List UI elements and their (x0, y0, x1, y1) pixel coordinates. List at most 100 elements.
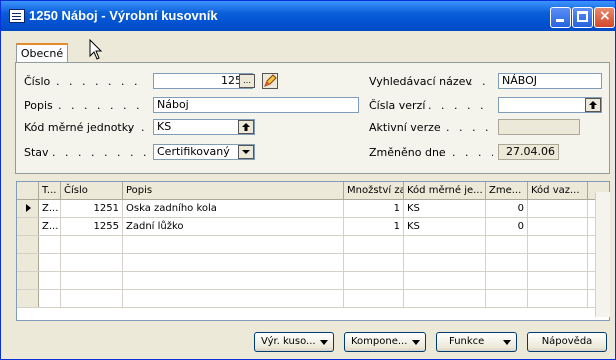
empty-cell[interactable] (123, 272, 344, 289)
cislo-field[interactable]: 1250 (153, 73, 253, 89)
cell-typ[interactable]: Z... (39, 200, 61, 217)
empty-cell[interactable] (61, 272, 123, 289)
cell-zmena[interactable]: 0 (486, 200, 528, 217)
column-header[interactable]: Kód vaz... (528, 182, 588, 199)
stav-label: Stav (24, 146, 49, 159)
maximize-button[interactable] (572, 7, 593, 28)
row-selector[interactable] (17, 290, 39, 307)
table-row[interactable] (17, 254, 609, 272)
vyhledavaci-nazev-label: Vyhledávací název (369, 75, 472, 88)
cislo-lookup-button[interactable]: … (239, 74, 255, 88)
empty-cell[interactable] (486, 290, 528, 307)
kod-lookup-button[interactable] (238, 120, 254, 134)
zmeneno-dne-label: Změněno dne (369, 146, 446, 159)
cisla-verzi-lookup-button[interactable] (585, 98, 601, 112)
empty-cell[interactable] (344, 254, 404, 271)
cell-zmena[interactable]: 0 (486, 218, 528, 235)
empty-cell[interactable] (404, 254, 486, 271)
table-row[interactable] (17, 236, 609, 254)
bom-lines-table: T... Číslo Popis Množství za Kód měrné j… (16, 181, 610, 321)
empty-cell[interactable] (486, 254, 528, 271)
cell-vazba[interactable] (528, 218, 588, 235)
cell-cislo[interactable]: 1251 (61, 200, 123, 217)
empty-cell[interactable] (344, 290, 404, 307)
empty-cell[interactable] (528, 290, 588, 307)
cell-cislo[interactable]: 1255 (61, 218, 123, 235)
empty-cell[interactable] (39, 272, 61, 289)
column-header[interactable]: T... (39, 182, 61, 199)
empty-cell[interactable] (404, 290, 486, 307)
tab-obecne[interactable]: Obecné (16, 43, 68, 63)
dropdown-arrow-icon (503, 340, 511, 345)
table-row[interactable] (17, 290, 609, 308)
empty-cell[interactable] (123, 290, 344, 307)
empty-cell[interactable] (61, 290, 123, 307)
empty-cell[interactable] (404, 272, 486, 289)
column-header[interactable]: Popis (123, 182, 344, 199)
column-header[interactable]: Kód měrné je... (404, 182, 486, 199)
empty-cell[interactable] (123, 236, 344, 253)
row-selector[interactable] (17, 236, 39, 253)
empty-cell[interactable] (528, 254, 588, 271)
dropdown-arrow-icon (412, 340, 420, 345)
table-row[interactable] (17, 272, 609, 290)
window-title: 1250 Náboj - Výrobní kusovník (29, 8, 218, 23)
empty-cell[interactable] (61, 236, 123, 253)
cell-kod[interactable]: KS (404, 218, 486, 235)
funkce-menu-button[interactable]: Funkce (436, 332, 517, 352)
header-corner (17, 182, 39, 199)
empty-cell[interactable] (404, 236, 486, 253)
kod-merne-jednotky-label: Kód měrné jednotky (24, 121, 135, 134)
napoveda-button[interactable]: Nápověda (527, 332, 607, 352)
stav-dropdown-button[interactable] (238, 145, 254, 159)
cell-mnozstvi[interactable]: 1 (344, 218, 404, 235)
cell-typ[interactable]: Z... (39, 218, 61, 235)
empty-cell[interactable] (39, 236, 61, 253)
row-selector[interactable] (17, 254, 39, 271)
column-header[interactable]: Množství za (344, 182, 404, 199)
cell-mnozstvi[interactable]: 1 (344, 200, 404, 217)
empty-cell[interactable] (39, 290, 61, 307)
app-icon (9, 9, 25, 23)
aktivni-verze-label: Aktivní verze (369, 121, 441, 134)
close-button[interactable]: × (594, 7, 615, 28)
empty-cell[interactable] (528, 272, 588, 289)
vertical-scrollbar[interactable] (595, 192, 610, 317)
empty-cell[interactable] (528, 236, 588, 253)
title-bar[interactable]: 1250 Náboj - Výrobní kusovník × (1, 1, 615, 31)
mouse-pointer-icon (89, 39, 103, 60)
minimize-button[interactable] (550, 7, 571, 28)
column-header[interactable]: Zme... (486, 182, 528, 199)
popis-field[interactable]: Náboj (153, 97, 359, 113)
empty-cell[interactable] (486, 236, 528, 253)
row-selector[interactable] (17, 272, 39, 289)
empty-cell[interactable] (344, 272, 404, 289)
cislo-dots: . . . . . . . . . . . . . . . . (56, 75, 148, 88)
cell-kod[interactable]: KS (404, 200, 486, 217)
komponenty-label: Kompone... (351, 336, 408, 347)
empty-cell[interactable] (39, 254, 61, 271)
empty-cell[interactable] (344, 236, 404, 253)
table-row[interactable]: Z... 1251 Oska zadního kola 1 KS 0 (17, 200, 609, 218)
cell-popis[interactable]: Oska zadního kola (123, 200, 344, 217)
cell-popis[interactable]: Zadní lůžko (123, 218, 344, 235)
general-panel: Číslo . . . . . . . . . . . . . . . . 12… (15, 62, 610, 174)
cisla-verzi-dots: . . . . . . . . . . . . . . . . (428, 99, 494, 112)
window: 1250 Náboj - Výrobní kusovník × Obecné Č… (0, 0, 616, 360)
vyr-kusovnik-menu-button[interactable]: Výr. kuso... (254, 332, 334, 352)
empty-cell[interactable] (486, 272, 528, 289)
empty-cell[interactable] (123, 254, 344, 271)
kod-dots: . . . . . . . . . . . . . . . . (128, 121, 148, 134)
vyhledavaci-nazev-field[interactable]: NÁBOJ (498, 73, 602, 89)
aktivni-verze-dots: . . . . . . . . . . . . . . . . (446, 121, 494, 134)
arrow-up-icon (242, 123, 250, 131)
empty-cell[interactable] (61, 254, 123, 271)
edit-icon[interactable] (262, 73, 278, 89)
column-header[interactable]: Číslo (61, 182, 123, 199)
cell-vazba[interactable] (528, 200, 588, 217)
komponenty-menu-button[interactable]: Kompone... (344, 332, 426, 352)
table-row[interactable]: Z... 1255 Zadní lůžko 1 KS 0 (17, 218, 609, 236)
row-selector[interactable] (17, 200, 39, 217)
popis-dots: . . . . . . . . . . . . . . . . (58, 99, 148, 112)
row-selector[interactable] (17, 218, 39, 235)
